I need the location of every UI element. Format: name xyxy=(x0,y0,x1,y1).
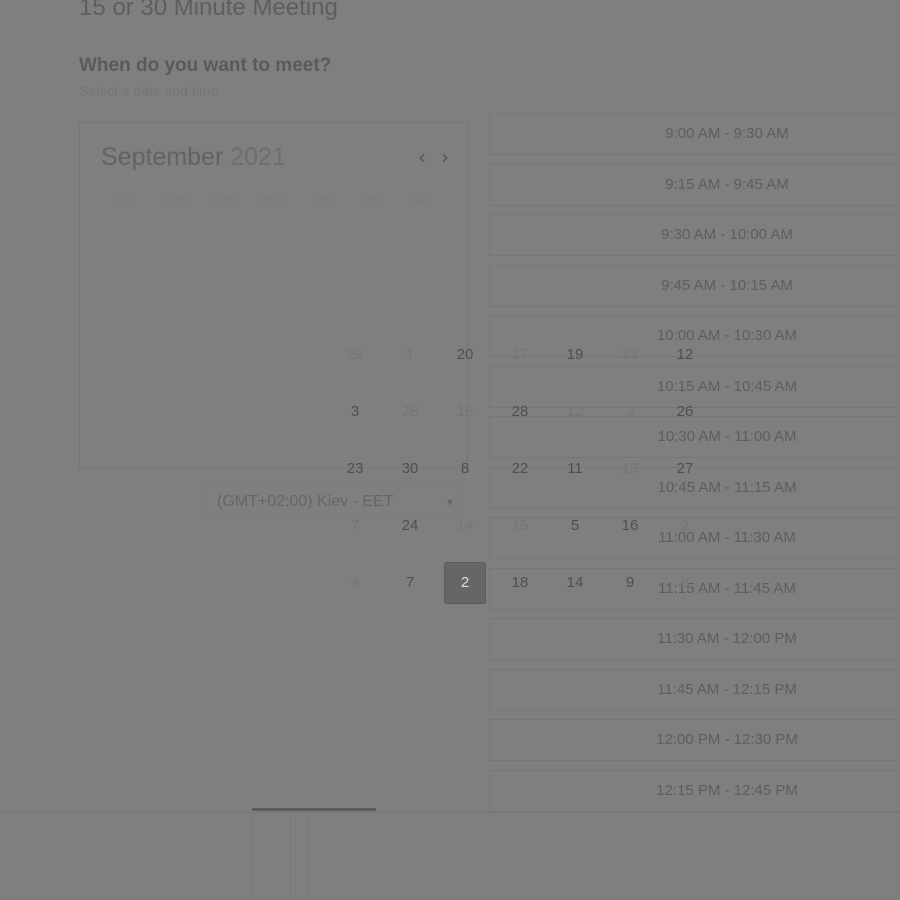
calendar-day[interactable]: 14 xyxy=(554,562,596,604)
timeslot-label: 11:45 AM - 12:15 PM xyxy=(657,681,797,698)
calendar-day[interactable]: 9 xyxy=(609,562,651,604)
calendar-day[interactable]: 27 xyxy=(664,448,706,490)
timeslot-label: 12:15 PM - 12:45 PM xyxy=(656,782,798,799)
weekday-header: SUN MON TUE WED THU FRI SAT xyxy=(106,195,436,209)
timeslot-button[interactable]: 11:30 AM - 12:00 PM xyxy=(489,618,900,660)
timeslot-label: 9:00 AM - 9:30 AM xyxy=(665,125,789,142)
calendar-day[interactable]: 29 xyxy=(334,334,376,376)
calendar-day[interactable]: 1 xyxy=(389,334,431,376)
divider xyxy=(252,813,253,900)
weekday-label: MON xyxy=(161,195,189,206)
booking-heading: When do you want to meet? xyxy=(79,55,332,76)
weekday-label: TUE xyxy=(212,195,236,206)
calendar-day[interactable]: 7 xyxy=(334,505,376,547)
timeslot-button[interactable]: 12:00 PM - 12:30 PM xyxy=(489,719,900,761)
calendar-day[interactable]: 12 xyxy=(664,334,706,376)
calendar-day[interactable]: 14 xyxy=(444,505,486,547)
timeslot-button[interactable]: 11:45 AM - 12:15 PM xyxy=(489,669,900,711)
timeslot-label: 9:30 AM - 10:00 AM xyxy=(661,226,793,243)
timeslot-label: 9:45 AM - 10:15 AM xyxy=(661,277,793,294)
calendar-day[interactable]: 7 xyxy=(389,562,431,604)
weekday-label: SUN xyxy=(113,195,139,206)
calendar-day[interactable]: 30 xyxy=(389,448,431,490)
timeslot-label: 12:00 PM - 12:30 PM xyxy=(656,731,798,748)
calendar-day[interactable]: 16 xyxy=(609,505,651,547)
calendar-day[interactable]: 28 xyxy=(499,391,541,433)
weekday-label: FRI xyxy=(361,195,381,206)
calendar-day[interactable]: 15 xyxy=(444,391,486,433)
calendar-month-year: September 2021 xyxy=(101,143,286,172)
chevron-left-icon[interactable]: ‹ xyxy=(412,145,432,169)
calendar-year: 2021 xyxy=(230,143,286,171)
timeslot-label: 9:15 AM - 9:45 AM xyxy=(665,176,789,193)
calendar-day[interactable]: 12 xyxy=(554,391,596,433)
weekday-label: THU xyxy=(310,195,334,206)
calendar-month: September xyxy=(101,143,224,171)
weekday-label: WED xyxy=(259,195,287,206)
calendar-day[interactable]: 11 xyxy=(554,448,596,490)
calendar-day[interactable]: 2 xyxy=(664,505,706,547)
timeslot-button[interactable]: 9:00 AM - 9:30 AM xyxy=(489,113,900,155)
calendar-day[interactable]: 19 xyxy=(554,334,596,376)
booking-subheading: Select a date and time xyxy=(79,83,219,99)
timeslot-label: 11:30 AM - 12:00 PM xyxy=(657,630,797,647)
timeslot-button[interactable]: 9:45 AM - 10:15 AM xyxy=(489,265,900,307)
calendar-day[interactable]: 17 xyxy=(499,334,541,376)
calendar-day[interactable]: 23 xyxy=(334,448,376,490)
calendar-day[interactable]: 8 xyxy=(444,448,486,490)
timeslot-button[interactable]: 9:30 AM - 10:00 AM xyxy=(489,214,900,256)
calendar-day[interactable]: 22 xyxy=(499,448,541,490)
calendar-day[interactable]: 23 xyxy=(609,334,651,376)
scroll-progress xyxy=(252,808,500,811)
calendar-day[interactable]: 13 xyxy=(609,448,651,490)
divider xyxy=(0,812,900,813)
scroll-progress-fill xyxy=(252,808,376,811)
calendar-day[interactable]: 8 xyxy=(664,562,706,604)
calendar-day[interactable]: 26 xyxy=(664,391,706,433)
calendar-day-selected[interactable]: 2 xyxy=(444,562,486,604)
calendar-day[interactable]: 2 xyxy=(609,391,651,433)
page-title: 15 or 30 Minute Meeting xyxy=(79,0,338,21)
timeslot-button[interactable]: 12:15 PM - 12:45 PM xyxy=(489,770,900,812)
chevron-right-icon[interactable]: › xyxy=(435,145,455,169)
calendar-day[interactable]: 3 xyxy=(334,391,376,433)
calendar-day[interactable]: 24 xyxy=(389,505,431,547)
calendar-day[interactable]: 5 xyxy=(554,505,596,547)
calendar-day[interactable]: 20 xyxy=(444,334,486,376)
divider xyxy=(290,813,291,900)
calendar-day[interactable]: 4 xyxy=(334,562,376,604)
calendar-day[interactable]: 15 xyxy=(499,505,541,547)
calendar-day[interactable]: 18 xyxy=(499,562,541,604)
calendar-day[interactable]: 28 xyxy=(389,391,431,433)
timeslot-button[interactable]: 9:15 AM - 9:45 AM xyxy=(489,164,900,206)
weekday-label: SAT xyxy=(409,195,431,206)
divider xyxy=(308,813,309,900)
